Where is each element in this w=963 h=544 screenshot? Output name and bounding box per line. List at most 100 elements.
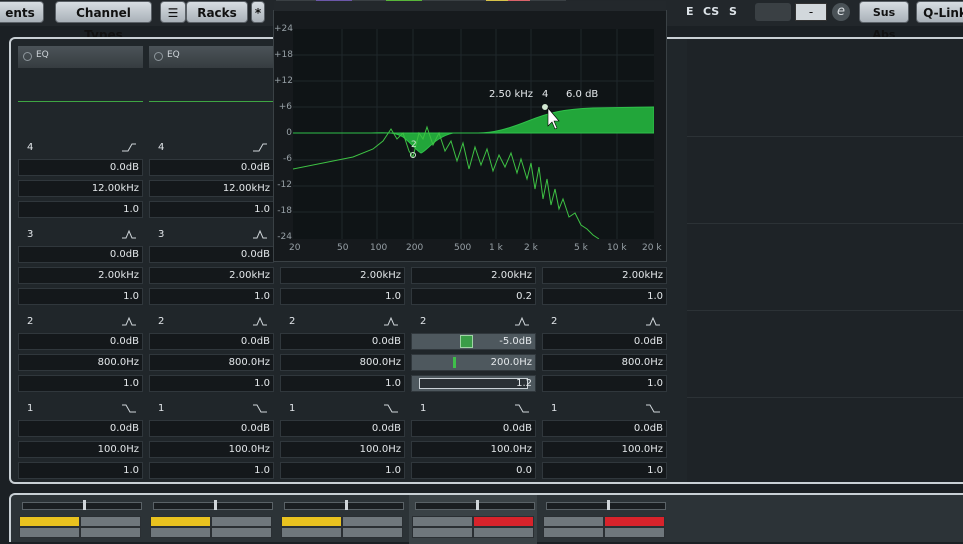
band-q-field[interactable]: 1.0 bbox=[542, 462, 667, 479]
band-freq-field[interactable]: 2.00kHz bbox=[280, 267, 405, 284]
channel-button-right[interactable] bbox=[604, 516, 665, 527]
band-freq-field[interactable]: 100.0Hz bbox=[149, 441, 274, 458]
pan-handle[interactable] bbox=[607, 500, 610, 510]
band-gain-field[interactable]: 0.0dB bbox=[280, 420, 405, 437]
band-q-field[interactable]: 1.0 bbox=[18, 462, 143, 479]
eq-graph-popup[interactable]: 2 2.50 kHz 4 6.0 dB +24 +18 +12 +6 0 -6 … bbox=[273, 1, 667, 262]
racks-button[interactable]: Racks bbox=[186, 1, 248, 23]
high-shelf-icon[interactable] bbox=[252, 141, 268, 153]
low-shelf-icon[interactable] bbox=[252, 402, 268, 414]
band-freq-slider[interactable]: 200.0Hz bbox=[411, 354, 536, 371]
band-gain-field[interactable]: 0.0dB bbox=[18, 159, 143, 176]
s-button[interactable]: S bbox=[729, 5, 737, 18]
channel-button-left[interactable] bbox=[19, 516, 80, 527]
band-gain-field[interactable]: 0.0dB bbox=[18, 246, 143, 263]
eq-power-icon[interactable] bbox=[23, 52, 32, 61]
channel-types-button[interactable]: Channel Types bbox=[55, 1, 152, 42]
channel-button-lower-right[interactable] bbox=[342, 527, 403, 538]
band-q-field[interactable]: 1.0 bbox=[280, 375, 405, 392]
eq-header[interactable]: EQ bbox=[18, 46, 143, 68]
eq-graph[interactable]: 2 2.50 kHz 4 6.0 dB bbox=[292, 29, 655, 240]
band-freq-field[interactable]: 800.0Hz bbox=[542, 354, 667, 371]
peak-icon[interactable] bbox=[383, 315, 399, 327]
band-gain-field[interactable]: 0.0dB bbox=[149, 159, 274, 176]
channel-button-lower-left[interactable] bbox=[19, 527, 80, 538]
band-freq-field[interactable]: 2.00kHz bbox=[411, 267, 536, 284]
eq-header[interactable]: EQ bbox=[149, 46, 274, 68]
band-gain-slider[interactable]: -5.0dB bbox=[411, 333, 536, 350]
minus-button[interactable]: - bbox=[795, 3, 827, 21]
band-gain-field[interactable]: 0.0dB bbox=[149, 333, 274, 350]
pan-handle[interactable] bbox=[214, 500, 217, 510]
band-gain-field[interactable]: 0.0dB bbox=[18, 333, 143, 350]
channel-button-right[interactable] bbox=[473, 516, 534, 527]
channel-button-right[interactable] bbox=[342, 516, 403, 527]
band-freq-field[interactable]: 100.0Hz bbox=[18, 441, 143, 458]
band-gain-field[interactable]: 0.0dB bbox=[542, 420, 667, 437]
pan-slider[interactable] bbox=[284, 500, 404, 510]
band-freq-field[interactable]: 12.00kHz bbox=[149, 180, 274, 197]
band-freq-field[interactable]: 800.0Hz bbox=[18, 354, 143, 371]
pan-slider[interactable] bbox=[415, 500, 535, 510]
band-q-field[interactable]: 0.2 bbox=[411, 288, 536, 305]
band-gain-field[interactable]: 0.0dB bbox=[280, 333, 405, 350]
band-freq-field[interactable]: 100.0Hz bbox=[411, 441, 536, 458]
band-freq-field[interactable]: 800.0Hz bbox=[280, 354, 405, 371]
channel-button-left[interactable] bbox=[412, 516, 473, 527]
band-freq-field[interactable]: 100.0Hz bbox=[280, 441, 405, 458]
events-button[interactable]: ents bbox=[0, 1, 44, 23]
qlink-button[interactable]: Q-Link bbox=[916, 1, 963, 23]
pan-slider[interactable] bbox=[22, 500, 142, 510]
band-gain-field[interactable]: 0.0dB bbox=[149, 420, 274, 437]
band-q-field[interactable]: 1.0 bbox=[18, 288, 143, 305]
low-shelf-icon[interactable] bbox=[121, 402, 137, 414]
band-q-slider[interactable]: 1.2 bbox=[411, 375, 536, 392]
band-q-field[interactable]: 1.0 bbox=[149, 288, 274, 305]
e-logo-icon[interactable]: e bbox=[832, 3, 850, 21]
channel-button-lower-left[interactable] bbox=[281, 527, 342, 538]
channel-button-right[interactable] bbox=[211, 516, 272, 527]
low-shelf-icon[interactable] bbox=[514, 402, 530, 414]
racks-menu-icon[interactable]: ☰ bbox=[160, 1, 186, 23]
channel-button-lower-left[interactable] bbox=[412, 527, 473, 538]
band-q-field[interactable]: 0.0 bbox=[411, 462, 536, 479]
band-q-field[interactable]: 1.0 bbox=[542, 288, 667, 305]
band-gain-field[interactable]: 0.0dB bbox=[411, 420, 536, 437]
pan-slider[interactable] bbox=[546, 500, 666, 510]
star-button[interactable]: * bbox=[251, 1, 265, 23]
peak-icon[interactable] bbox=[121, 315, 137, 327]
band-q-field[interactable]: 1.0 bbox=[542, 375, 667, 392]
band-freq-field[interactable]: 2.00kHz bbox=[542, 267, 667, 284]
band-freq-field[interactable]: 2.00kHz bbox=[18, 267, 143, 284]
peak-icon[interactable] bbox=[645, 315, 661, 327]
band-gain-field[interactable]: 0.0dB bbox=[542, 333, 667, 350]
peak-icon[interactable] bbox=[514, 315, 530, 327]
low-shelf-icon[interactable] bbox=[383, 402, 399, 414]
band-q-field[interactable]: 1.0 bbox=[280, 462, 405, 479]
channel-button-right[interactable] bbox=[80, 516, 141, 527]
channel-button-lower-right[interactable] bbox=[473, 527, 534, 538]
slider-handle[interactable] bbox=[453, 357, 456, 368]
channel-button-lower-left[interactable] bbox=[150, 527, 211, 538]
band-q-field[interactable]: 1.0 bbox=[149, 462, 274, 479]
pan-handle[interactable] bbox=[476, 500, 479, 510]
pan-slider[interactable] bbox=[153, 500, 273, 510]
channel-button-left[interactable] bbox=[543, 516, 604, 527]
eq-graph-svg[interactable]: 2 bbox=[292, 29, 655, 240]
peak-icon[interactable] bbox=[252, 315, 268, 327]
channel-button-lower-right[interactable] bbox=[211, 527, 272, 538]
channel-button-lower-left[interactable] bbox=[543, 527, 604, 538]
channel-button-lower-right[interactable] bbox=[604, 527, 665, 538]
lock-field[interactable] bbox=[755, 3, 791, 21]
cs-button[interactable]: CS bbox=[703, 5, 719, 18]
eq-power-icon[interactable] bbox=[154, 52, 163, 61]
band-q-field[interactable]: 1.0 bbox=[18, 201, 143, 218]
band-freq-field[interactable]: 800.0Hz bbox=[149, 354, 274, 371]
band-q-field[interactable]: 1.0 bbox=[149, 201, 274, 218]
band-q-field[interactable]: 1.0 bbox=[149, 375, 274, 392]
sus-abs-button[interactable]: Sus Abs bbox=[859, 1, 909, 41]
band-q-field[interactable]: 1.0 bbox=[18, 375, 143, 392]
pan-handle[interactable] bbox=[345, 500, 348, 510]
channel-button-lower-right[interactable] bbox=[80, 527, 141, 538]
channel-button-left[interactable] bbox=[281, 516, 342, 527]
